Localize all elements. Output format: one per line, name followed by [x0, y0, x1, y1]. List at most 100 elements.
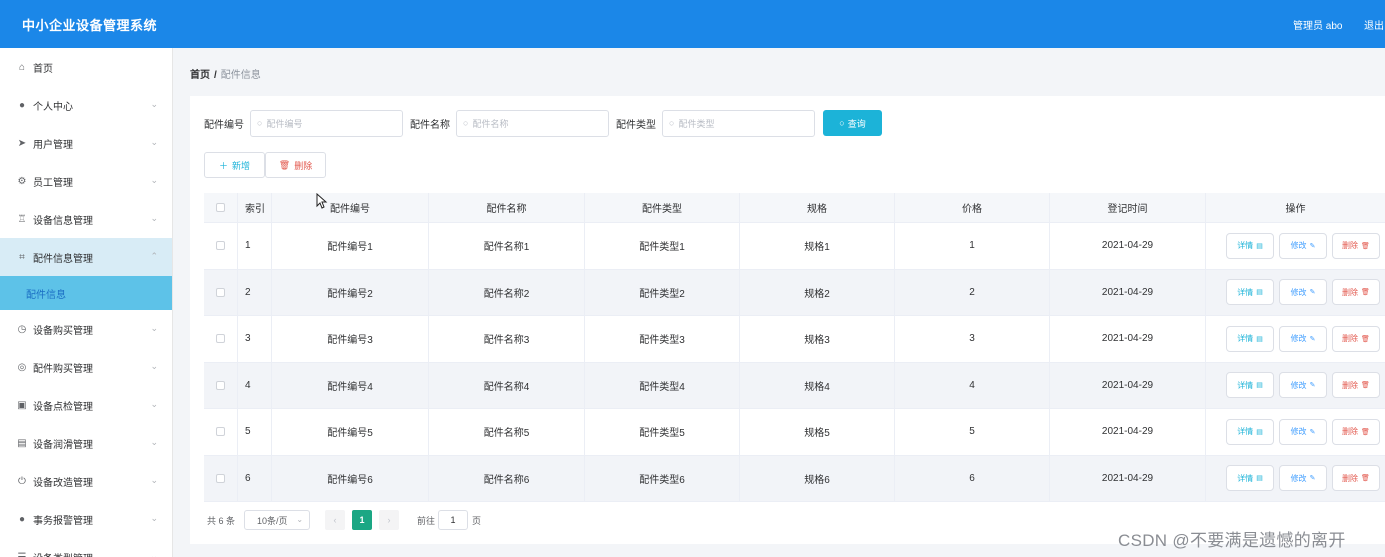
remove-button[interactable]: 删除 🗑	[1332, 418, 1380, 445]
part-type-label: 配件类型	[616, 119, 656, 131]
part-number-label: 配件编号	[204, 119, 244, 131]
remove-button[interactable]: 删除 🗑	[1332, 232, 1380, 259]
page-size-value: 10条/页	[257, 515, 288, 526]
table-row: 4 配件编号4 配件名称4 配件类型4 规格4 4 2021-04-29 详情 ▤ 修改 ✎ 删除 🗑	[204, 362, 1385, 409]
sidebar-item[interactable]: ● 个人中心 ⌄	[0, 86, 172, 124]
cell-register-time: 2021-04-29	[1050, 316, 1206, 362]
detail-button-label: 详情	[1237, 427, 1254, 437]
remove-button[interactable]: 删除 🗑	[1332, 465, 1380, 492]
edit-button[interactable]: 修改 ✎	[1279, 279, 1327, 306]
cell-actions: 详情 ▤ 修改 ✎ 删除 🗑	[1206, 409, 1385, 455]
table-row: 6 配件编号6 配件名称6 配件类型6 规格6 6 2021-04-29 详情 ▤ 修改 ✎ 删除 🗑	[204, 455, 1385, 502]
sidebar: ⌂ 首页 ● 个人中心 ⌄ ➤ 用户管理 ⌄ ⚙ 员工管理 ⌄ ♖ 设备信息管理 ⌄ ⌗ 配件信息管理 ⌃ 配件信…	[0, 48, 173, 557]
sidebar-item[interactable]: ▣ 设备点检管理 ⌄	[0, 386, 172, 424]
cell-part-name: 配件名称1	[429, 223, 585, 269]
cell-actions: 详情 ▤ 修改 ✎ 删除 🗑	[1206, 223, 1385, 269]
row-checkbox[interactable]	[216, 380, 225, 390]
trash-icon: 🗑	[1361, 242, 1370, 250]
remove-button-label: 删除	[1342, 427, 1359, 437]
breadcrumb-home[interactable]: 首页	[190, 70, 210, 81]
cell-price: 6	[895, 455, 1050, 501]
search-icon: ○	[463, 118, 469, 128]
part-number-placeholder: 配件编号	[266, 118, 303, 129]
sidebar-item[interactable]: ⏻ 设备改造管理 ⌄	[0, 462, 172, 500]
remove-button-label: 删除	[1342, 473, 1359, 483]
remove-button[interactable]: 删除 🗑	[1332, 372, 1380, 399]
sidebar-item[interactable]: ☰ 设备类型管理 ⌄	[0, 538, 172, 557]
delete-button[interactable]: 🗑 删除	[265, 152, 326, 178]
edit-button[interactable]: 修改 ✎	[1279, 465, 1327, 492]
edit-button[interactable]: 修改 ✎	[1279, 232, 1327, 259]
remove-button[interactable]: 删除 🗑	[1332, 325, 1380, 352]
detail-button-label: 详情	[1237, 334, 1254, 344]
plus-icon: ＋	[218, 160, 228, 171]
sidebar-item-label: 设备信息管理	[33, 215, 93, 227]
sidebar-item[interactable]: ➤ 用户管理 ⌄	[0, 124, 172, 162]
detail-button[interactable]: 详情 ▤	[1226, 325, 1274, 352]
sidebar-item-label: 用户管理	[33, 139, 73, 151]
remove-button-label: 删除	[1342, 334, 1359, 344]
header-index: 索引	[238, 193, 272, 222]
sidebar-item[interactable]: ⌗ 配件信息管理 ⌃	[0, 238, 172, 276]
watermark: CSDN @不要满是遗憾的离开	[1118, 531, 1346, 550]
breadcrumb-separator: /	[214, 70, 217, 81]
cell-part-number: 配件编号4	[272, 362, 429, 408]
edit-button[interactable]: 修改 ✎	[1279, 372, 1327, 399]
query-button[interactable]: ○ 查询	[823, 110, 882, 136]
part-name-input[interactable]: ○ 配件名称	[456, 109, 609, 137]
select-all-checkbox[interactable]	[216, 203, 225, 212]
header-actions: 操作	[1285, 204, 1306, 215]
detail-button-label: 详情	[1237, 287, 1254, 297]
prev-page-button[interactable]: ‹	[325, 510, 346, 530]
detail-button[interactable]: 详情 ▤	[1226, 232, 1274, 259]
cell-part-number: 配件编号2	[272, 269, 429, 315]
edit-button[interactable]: 修改 ✎	[1279, 325, 1327, 352]
detail-button[interactable]: 详情 ▤	[1226, 279, 1274, 306]
row-checkbox[interactable]	[216, 473, 225, 483]
chevron-left-icon: ‹	[333, 515, 337, 525]
edit-button-label: 修改	[1290, 427, 1307, 437]
cell-part-type: 配件类型2	[585, 269, 740, 315]
sidebar-item[interactable]: ⚙ 员工管理 ⌄	[0, 162, 172, 200]
table-row: 5 配件编号5 配件名称5 配件类型5 规格5 5 2021-04-29 详情 ▤ 修改 ✎ 删除 🗑	[204, 409, 1385, 456]
sidebar-item[interactable]: ▤ 设备润滑管理 ⌄	[0, 424, 172, 462]
sidebar-item[interactable]: ● 事务报警管理 ⌄	[0, 500, 172, 538]
row-checkbox[interactable]	[216, 427, 225, 437]
row-checkbox[interactable]	[216, 334, 225, 344]
chevron-down-icon: ⌄	[150, 437, 158, 447]
cell-index: 3	[238, 316, 272, 362]
remove-button-label: 删除	[1342, 380, 1359, 390]
chevron-right-icon: ›	[387, 515, 391, 525]
page-size-select[interactable]: 10条/页 ⌄	[244, 510, 311, 530]
cell-part-type: 配件类型6	[585, 455, 740, 501]
pencil-icon: ✎	[1309, 475, 1316, 483]
detail-button[interactable]: 详情 ▤	[1226, 465, 1274, 492]
row-checkbox[interactable]	[216, 241, 225, 251]
sidebar-item[interactable]: ◎ 配件购买管理 ⌄	[0, 348, 172, 386]
page-number-current[interactable]: 1	[352, 510, 373, 530]
edit-button[interactable]: 修改 ✎	[1279, 418, 1327, 445]
trash-icon: 🗑	[1361, 428, 1370, 436]
logout-link[interactable]: 退出	[1364, 17, 1384, 32]
add-button[interactable]: ＋ 新增	[204, 152, 265, 178]
cell-part-number: 配件编号5	[272, 409, 429, 455]
row-checkbox[interactable]	[216, 287, 225, 297]
cell-part-name: 配件名称3	[429, 316, 585, 362]
sidebar-item[interactable]: ◷ 设备购买管理 ⌄	[0, 310, 172, 348]
submenu-item-part-info[interactable]: 配件信息	[0, 276, 172, 310]
part-number-input[interactable]: ○ 配件编号	[250, 109, 403, 137]
sidebar-item-label: 设备润滑管理	[33, 439, 93, 451]
clipboard-icon: ▣	[17, 399, 27, 411]
sidebar-item[interactable]: ⌂ 首页	[0, 48, 172, 86]
parts-table: 索引 配件编号 配件名称 配件类型 规格 价格 登记时间 操作 1 配件编号1 配件…	[204, 193, 1385, 502]
remove-button[interactable]: 删除 🗑	[1332, 279, 1380, 306]
cell-spec: 规格3	[740, 316, 895, 362]
part-type-input[interactable]: ○ 配件类型	[662, 109, 815, 137]
goto-page-input[interactable]: 1	[438, 510, 469, 530]
detail-button[interactable]: 详情 ▤	[1226, 372, 1274, 399]
power-icon: ⏻	[18, 475, 26, 487]
next-page-button[interactable]: ›	[379, 510, 400, 530]
detail-button[interactable]: 详情 ▤	[1226, 418, 1274, 445]
chevron-down-icon: ⌄	[150, 551, 158, 557]
sidebar-item[interactable]: ♖ 设备信息管理 ⌄	[0, 200, 172, 238]
